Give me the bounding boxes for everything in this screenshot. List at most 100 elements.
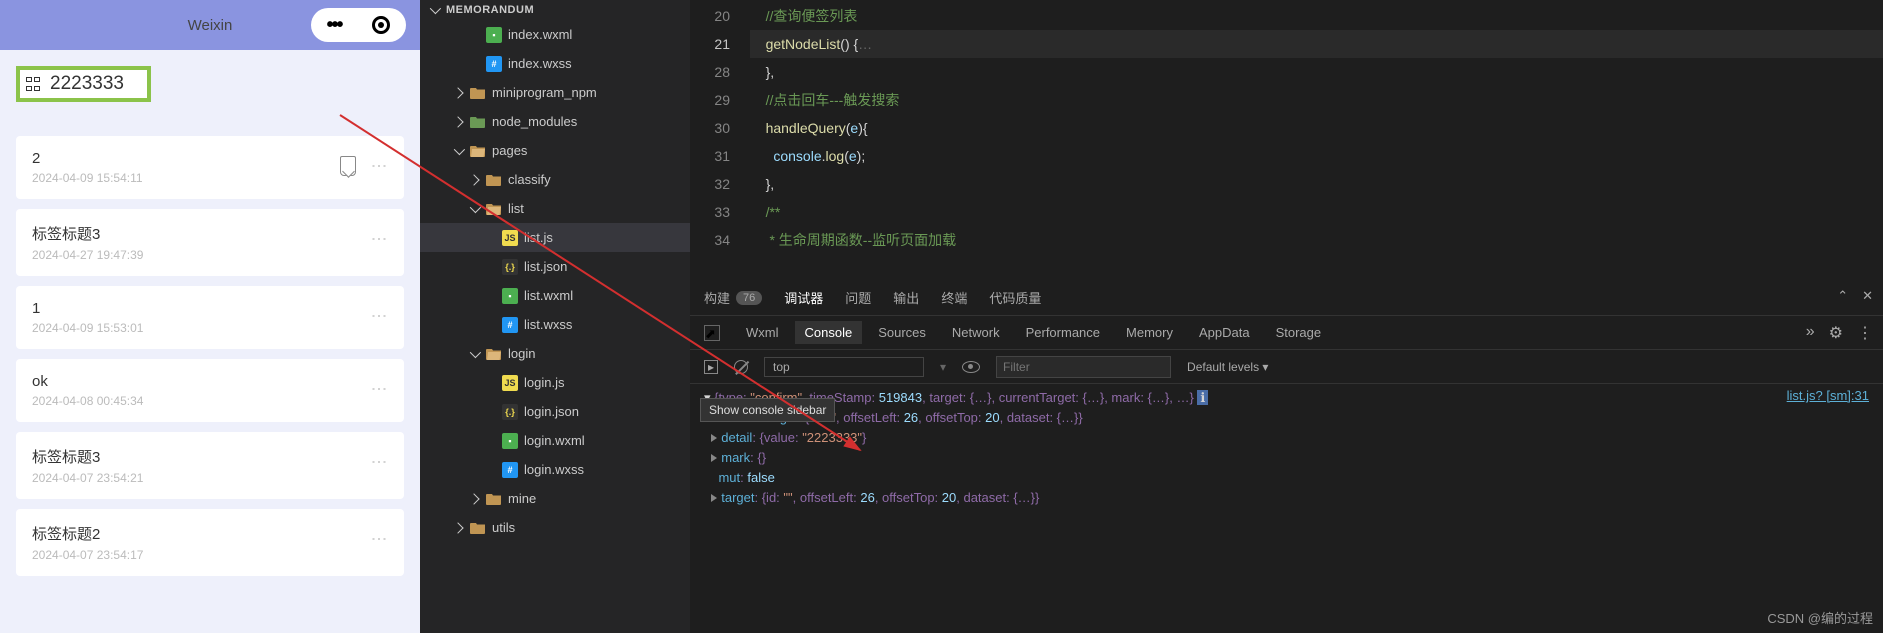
tree-item-login.wxml[interactable]: ▪login.wxml: [420, 426, 690, 455]
devtab-console[interactable]: Console: [795, 321, 863, 344]
search-box[interactable]: 2223333: [16, 66, 151, 102]
code-editor[interactable]: 202128293031323334 //查询便签列表 getNodeList(…: [690, 0, 1883, 280]
app-title: Weixin: [188, 17, 233, 34]
tree-item-list.js[interactable]: JSlist.js: [420, 223, 690, 252]
more-icon[interactable]: »: [1806, 323, 1815, 343]
sidebar-toggle-icon[interactable]: ▸: [704, 360, 718, 374]
target-icon[interactable]: [372, 16, 390, 34]
panel-tab-构建[interactable]: 构建 76: [704, 288, 762, 307]
item-date: 2024-04-07 23:54:21: [32, 471, 388, 485]
more-icon[interactable]: ⋮: [369, 381, 388, 397]
panel-tab-调试器[interactable]: 调试器: [784, 288, 823, 307]
tree-item-login.js[interactable]: JSlogin.js: [420, 368, 690, 397]
item-title: 标签标题3: [32, 223, 388, 244]
search-input[interactable]: 2223333: [50, 73, 124, 95]
devtab-storage[interactable]: Storage: [1276, 325, 1322, 340]
memo-list: 22024-04-09 15:54:11⋮ 标签标题3 2024-04-27 19:…: [16, 136, 404, 576]
more-icon[interactable]: ⋮: [369, 231, 388, 247]
explorer-header[interactable]: MEMORANDUM: [420, 0, 690, 20]
console-line[interactable]: detail: {value: "2223333"}: [704, 428, 1869, 448]
console-line[interactable]: mark: {}: [704, 448, 1869, 468]
item-date: 2024-04-27 19:47:39: [32, 248, 388, 262]
devtab-sources[interactable]: Sources: [878, 325, 926, 340]
tree-item-list.wxss[interactable]: #list.wxss: [420, 310, 690, 339]
console-line[interactable]: target: {id: "", offsetLeft: 26, offsetT…: [704, 488, 1869, 508]
file-label: miniprogram_npm: [492, 85, 597, 100]
inspect-icon[interactable]: ⬈: [704, 325, 720, 341]
eye-icon[interactable]: [962, 361, 980, 373]
filter-input[interactable]: [996, 356, 1171, 378]
tree-item-utils[interactable]: utils: [420, 513, 690, 542]
bookmark-icon[interactable]: [340, 156, 356, 176]
tree-item-login.wxss[interactable]: #login.wxss: [420, 455, 690, 484]
file-label: list: [508, 201, 524, 216]
tooltip: Show console sidebar: [700, 398, 835, 422]
devtab-appdata[interactable]: AppData: [1199, 325, 1250, 340]
tree-item-list.wxml[interactable]: ▪list.wxml: [420, 281, 690, 310]
code-area[interactable]: //查询便签列表 getNodeList() {… }, //点击回车---触发…: [750, 0, 1883, 280]
tree-item-pages[interactable]: pages: [420, 136, 690, 165]
devtab-performance[interactable]: Performance: [1026, 325, 1100, 340]
tree-item-list[interactable]: list: [420, 194, 690, 223]
list-item[interactable]: 标签标题3 2024-04-27 19:47:39⋮: [16, 209, 404, 276]
item-title: 1: [32, 300, 388, 317]
chevron-right-icon: [468, 174, 479, 185]
list-item[interactable]: 标签标题2 2024-04-07 23:54:17⋮: [16, 509, 404, 576]
list-item[interactable]: ok2024-04-08 00:45:34⋮: [16, 359, 404, 422]
levels-select[interactable]: Default levels ▾: [1187, 360, 1268, 374]
devtab-network[interactable]: Network: [952, 325, 1000, 340]
tree-item-login[interactable]: login: [420, 339, 690, 368]
console-line[interactable]: ▾ {type: "confirm", timeStamp: 519843, t…: [704, 388, 1869, 408]
clear-icon[interactable]: [734, 360, 748, 374]
menu-icon[interactable]: ⋮: [1857, 323, 1873, 343]
tree-item-index.wxss[interactable]: #index.wxss: [420, 49, 690, 78]
list-item[interactable]: 22024-04-09 15:54:11⋮: [16, 136, 404, 199]
file-label: login.js: [524, 375, 564, 390]
bottom-panel: 构建 76 调试器 问题 输出 终端 代码质量 ⌃ ✕ ⬈ Wxml Console Sour…: [690, 280, 1883, 633]
devtab-memory[interactable]: Memory: [1126, 325, 1173, 340]
tree-item-list.json[interactable]: {.}list.json: [420, 252, 690, 281]
file-label: index.wxss: [508, 56, 572, 71]
file-label: pages: [492, 143, 527, 158]
tree-item-mine[interactable]: mine: [420, 484, 690, 513]
devtab-wxml[interactable]: Wxml: [746, 325, 779, 340]
chevron-right-icon: [452, 87, 463, 98]
panel-tab-终端[interactable]: 终端: [941, 288, 967, 307]
source-link[interactable]: list.js? [sm]:31: [1787, 388, 1869, 403]
item-title: ok: [32, 373, 388, 390]
console-output: list.js? [sm]:31 ▾ {type: "confirm", tim…: [690, 384, 1883, 512]
item-date: 2024-04-07 23:54:17: [32, 548, 388, 562]
panel-tab-输出[interactable]: 输出: [893, 288, 919, 307]
context-select[interactable]: top: [764, 357, 924, 377]
more-icon[interactable]: ⋮: [369, 158, 388, 174]
item-title: 2: [32, 150, 388, 167]
simulator-header: Weixin •••: [0, 0, 420, 50]
tree-item-login.json[interactable]: {.}login.json: [420, 397, 690, 426]
simulator-pane: Weixin ••• 2223333 输入---回车 22024-04-09 1…: [0, 0, 420, 633]
close-icon[interactable]: ✕: [1862, 288, 1873, 304]
console-line[interactable]: mut: false: [704, 468, 1869, 488]
file-label: list.wxml: [524, 288, 573, 303]
file-label: index.wxml: [508, 27, 572, 42]
chevron-up-icon[interactable]: ⌃: [1837, 288, 1848, 304]
file-label: list.js: [524, 230, 553, 245]
item-title: 标签标题2: [32, 523, 388, 544]
panel-tab-代码质量[interactable]: 代码质量: [989, 288, 1041, 307]
list-item[interactable]: 标签标题32024-04-07 23:54:21⋮: [16, 432, 404, 499]
devtools-tabs: ⬈ Wxml Console Sources Network Performance Me…: [690, 316, 1883, 350]
more-icon[interactable]: ⋮: [369, 308, 388, 324]
gear-icon[interactable]: ⚙: [1829, 323, 1843, 343]
capsule-button[interactable]: •••: [311, 8, 406, 42]
panel-tab-问题[interactable]: 问题: [845, 288, 871, 307]
file-label: list.json: [524, 259, 567, 274]
list-item[interactable]: 12024-04-09 15:53:01⋮: [16, 286, 404, 349]
tree-item-classify[interactable]: classify: [420, 165, 690, 194]
tree-item-miniprogram_npm[interactable]: miniprogram_npm: [420, 78, 690, 107]
more-icon[interactable]: ⋮: [369, 531, 388, 547]
menu-dots-icon[interactable]: •••: [326, 14, 341, 37]
tree-item-node_modules[interactable]: node_modules: [420, 107, 690, 136]
more-icon[interactable]: ⋮: [369, 454, 388, 470]
console-line[interactable]: currentTarget: {id: "", offsetLeft: 26, …: [704, 408, 1869, 428]
tree-item-index.wxml[interactable]: ▪index.wxml: [420, 20, 690, 49]
file-label: utils: [492, 520, 515, 535]
